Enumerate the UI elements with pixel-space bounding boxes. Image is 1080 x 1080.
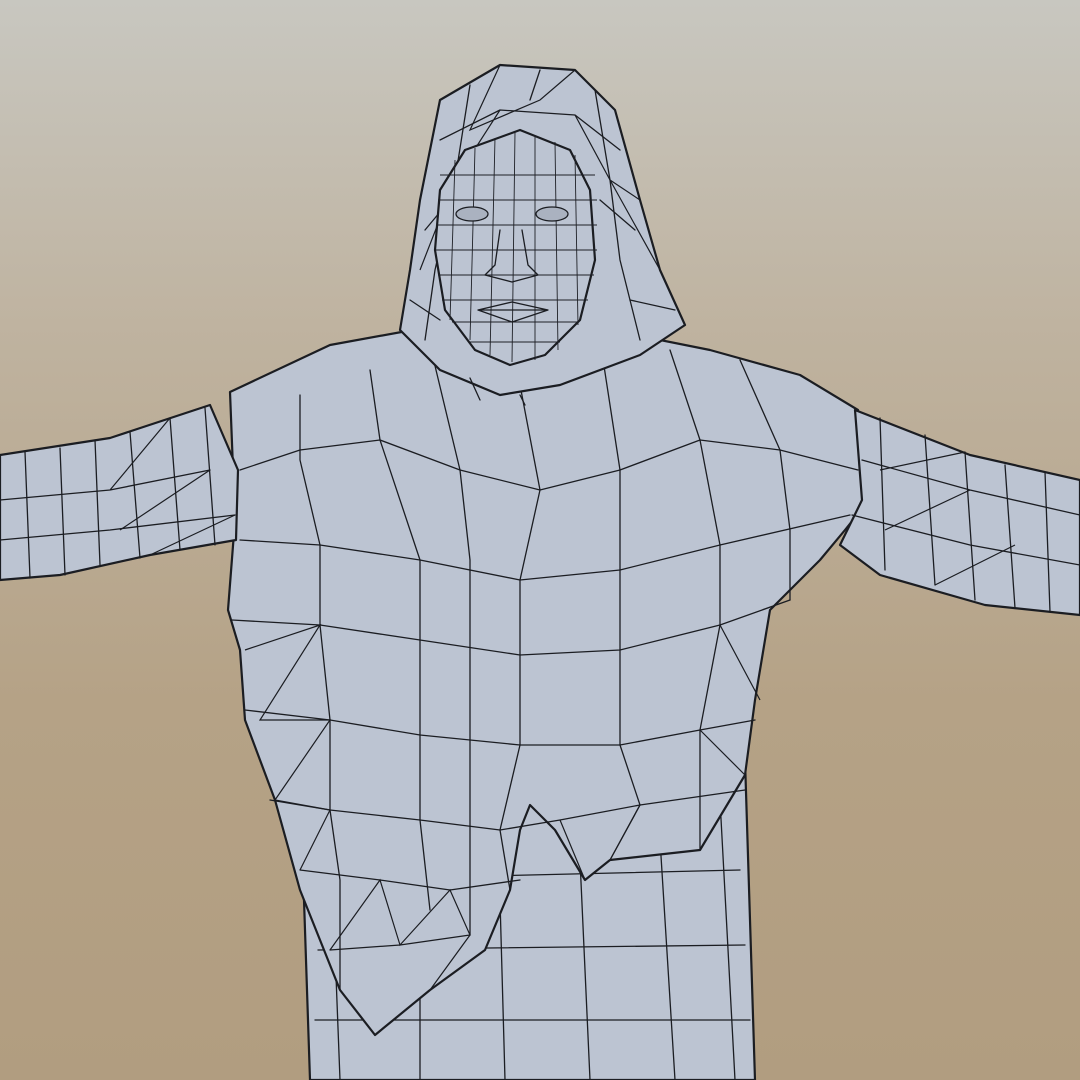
left-eye (455, 206, 489, 222)
left-arm-mesh (0, 403, 240, 582)
render-viewport (0, 0, 1080, 1080)
right-eye (535, 206, 569, 222)
right-arm-mesh (838, 408, 1080, 617)
wireframe-render (0, 63, 1080, 1080)
